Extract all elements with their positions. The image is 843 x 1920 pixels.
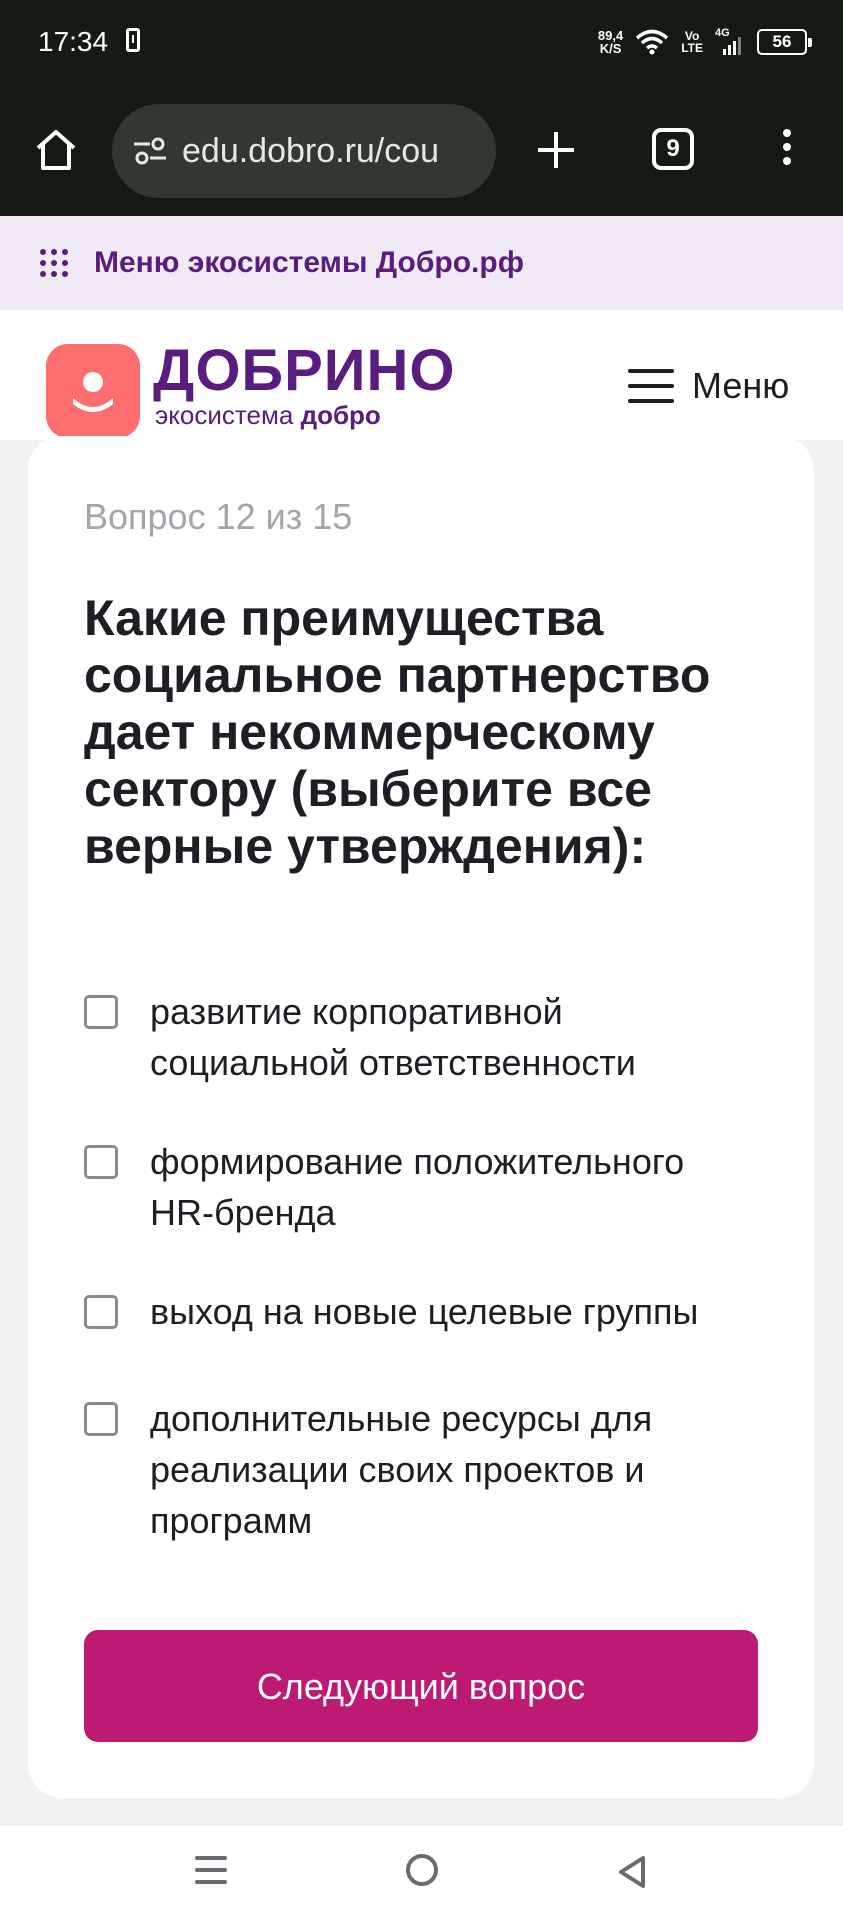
checkbox[interactable]: [84, 1145, 118, 1179]
status-bar: 17:34 89,4 K/S Vo LTE 4G 56: [0, 0, 843, 86]
wifi-icon: [636, 29, 669, 55]
answer-label[interactable]: выход на новые целевые группы: [150, 1286, 750, 1337]
logo-subtitle-prefix: экосистема: [155, 400, 301, 430]
checkbox[interactable]: [84, 1402, 118, 1436]
tab-count: 9: [666, 135, 680, 162]
browser-toolbar: edu.dobro.ru/cou 9: [0, 86, 843, 216]
more-vert-icon[interactable]: [770, 124, 804, 176]
answer-option[interactable]: выход на новые целевые группы: [84, 1286, 750, 1337]
phone-icon: [126, 28, 140, 52]
battery-icon: 56: [757, 29, 812, 55]
home-icon[interactable]: [32, 126, 80, 174]
home-circle-icon[interactable]: [406, 1854, 438, 1886]
tune-icon[interactable]: [130, 131, 170, 171]
logo-badge-icon[interactable]: [46, 344, 140, 438]
logo-title[interactable]: ДОБРИНО: [153, 340, 456, 402]
answer-option[interactable]: развитие корпоративной социальной ответс…: [84, 986, 750, 1088]
menu-button[interactable]: Меню: [628, 365, 789, 407]
quiz-card: Вопрос 12 из 15 Какие преимущества социа…: [28, 436, 814, 1798]
volte-indicator: Vo LTE: [681, 30, 703, 54]
answer-label[interactable]: дополнительные ресурсы для реализации св…: [150, 1393, 750, 1546]
status-time: 17:34: [38, 26, 109, 57]
logo-subtitle-brand: добро: [300, 400, 381, 430]
system-nav-bar: [0, 1826, 843, 1920]
logo-subtitle: экосистема добро: [155, 400, 381, 430]
apps-grid-icon: [40, 246, 74, 280]
question-counter: Вопрос 12 из 15: [84, 496, 353, 537]
answer-label[interactable]: развитие корпоративной социальной ответс…: [150, 986, 750, 1088]
answer-label[interactable]: формирование положительного HR-бренда: [150, 1136, 750, 1238]
network-type: 4G: [715, 27, 730, 39]
back-icon[interactable]: [615, 1854, 649, 1890]
ecosystem-menu-bar[interactable]: Меню экосистемы Добро.рф: [0, 216, 843, 310]
battery-level: 56: [772, 32, 792, 51]
site-header: ДОБРИНО экосистема добро Меню: [0, 310, 843, 440]
network-speed: 89,4 K/S: [598, 29, 623, 55]
network-speed-unit: K/S: [599, 41, 622, 56]
tabs-icon[interactable]: 9: [652, 128, 694, 170]
menu-label[interactable]: Меню: [692, 365, 789, 407]
url-text[interactable]: edu.dobro.ru/cou: [182, 132, 439, 171]
question-title: Какие преимущества социальное партнерств…: [84, 590, 711, 874]
address-bar[interactable]: edu.dobro.ru/cou: [112, 104, 496, 198]
answer-option[interactable]: дополнительные ресурсы для реализации св…: [84, 1393, 750, 1546]
status-indicators: 89,4 K/S Vo LTE 4G 56: [598, 22, 812, 62]
recent-apps-icon[interactable]: [195, 1856, 227, 1888]
next-question-button[interactable]: Следующий вопрос: [84, 1630, 758, 1742]
volte-bottom: LTE: [681, 41, 703, 55]
hamburger-icon: [628, 369, 674, 403]
checkbox[interactable]: [84, 1295, 118, 1329]
checkbox[interactable]: [84, 995, 118, 1029]
ecosystem-menu-label[interactable]: Меню экосистемы Добро.рф: [94, 246, 524, 280]
answer-option[interactable]: формирование положительного HR-бренда: [84, 1136, 750, 1238]
plus-icon[interactable]: [534, 128, 578, 172]
signal-icon: 4G: [715, 27, 745, 57]
